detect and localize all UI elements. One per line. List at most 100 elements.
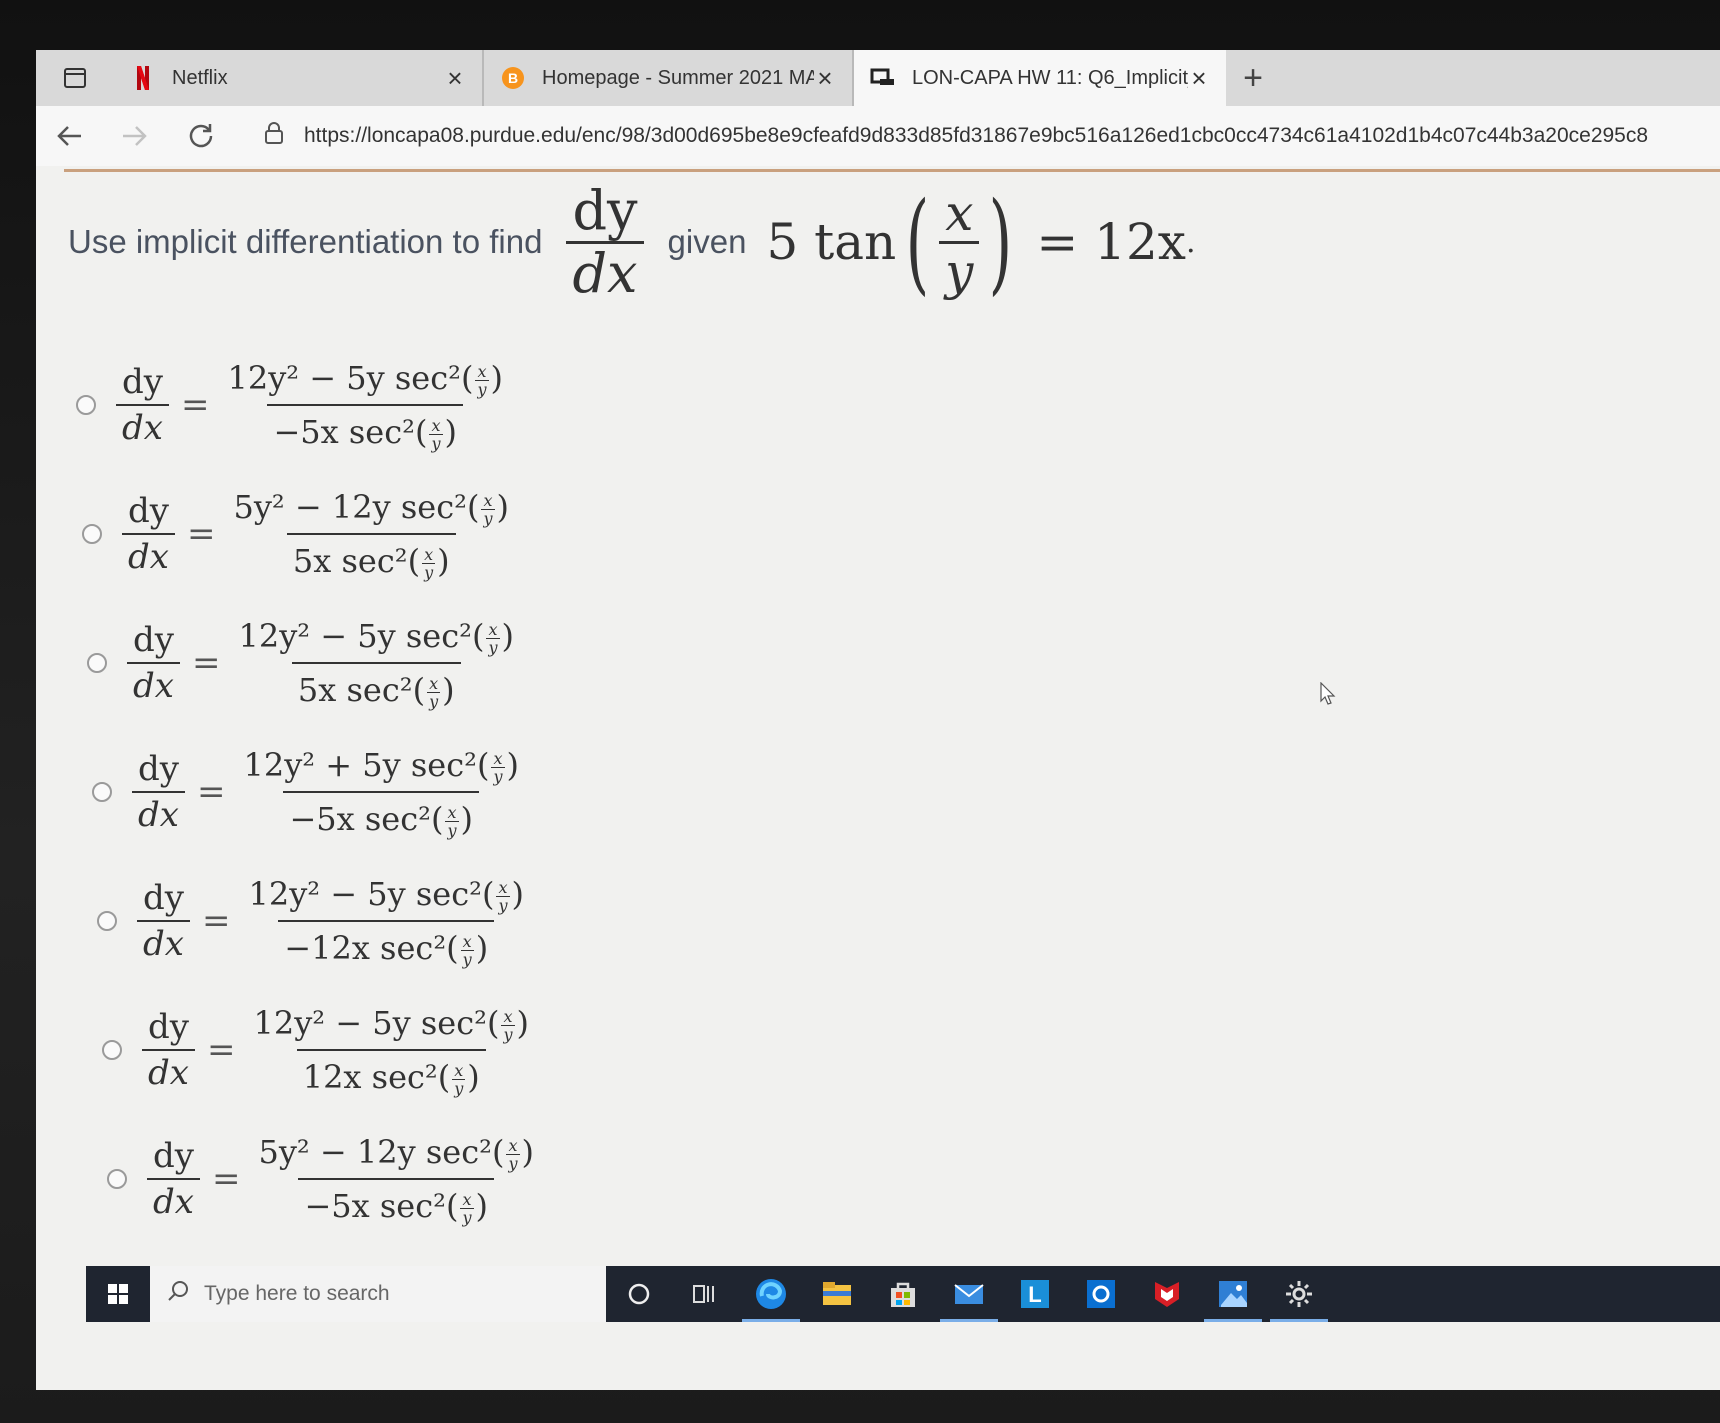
answer-option[interactable]: dy dx = 5y² − 12y sec²(x y) 5x sec²(x y) (82, 469, 776, 598)
option-denominator: 5x sec²(x y) (286, 532, 456, 587)
small-fraction-num: x (454, 1060, 464, 1080)
mcafee-icon (1155, 1282, 1179, 1307)
loncapa-icon (870, 65, 896, 91)
edge-icon (756, 1279, 786, 1309)
edge-button[interactable] (738, 1266, 804, 1322)
answer-option[interactable]: dy dx = 5y² − 12y sec²(x y) −5x sec²(x y) (107, 1114, 776, 1243)
answer-option[interactable]: dy dx = 12y² − 5y sec²(x y) −5x sec²(x y) (76, 340, 776, 469)
close-icon[interactable]: × (1188, 63, 1210, 94)
option-lhs-fraction: dy dx (142, 1005, 195, 1095)
given-equation: 5 tan ( x y ) = 12x . (766, 185, 1195, 300)
small-fraction-den: y (460, 949, 474, 969)
photos-button[interactable] (1200, 1266, 1266, 1322)
new-tab-button[interactable]: + (1226, 50, 1280, 106)
tab-bar: Netflix × B Homepage - Summer 2021 MA × … (36, 50, 1720, 106)
radio-button[interactable] (107, 1168, 127, 1189)
radio-button[interactable] (87, 652, 107, 673)
mail-button[interactable] (936, 1266, 1002, 1322)
small-fraction-den: y (475, 379, 489, 399)
small-fraction-den: y (429, 433, 443, 453)
close-icon[interactable]: × (814, 63, 836, 94)
forward-button[interactable] (102, 124, 168, 148)
option-lhs-numerator: dy (122, 361, 163, 402)
option-lhs-denominator: dx (116, 403, 169, 450)
back-button[interactable] (36, 124, 102, 148)
small-fraction: xy (460, 1191, 474, 1226)
option-lhs-denominator: dx (122, 532, 175, 579)
close-icon[interactable]: × (444, 63, 466, 94)
argument-denominator: y (939, 240, 980, 300)
equation-coefficient: 5 tan (766, 213, 897, 271)
small-fraction-num: x (462, 931, 472, 951)
equals-sign: = (206, 1029, 236, 1070)
start-button[interactable] (86, 1283, 150, 1305)
equals-sign: = (196, 771, 226, 812)
settings-button[interactable] (1266, 1266, 1332, 1322)
answer-option[interactable]: dy dx = 12y² − 5y sec²(x y) 5x sec²(x y) (87, 598, 776, 727)
denominator-expression: −5x sec² (273, 412, 415, 451)
radio-button[interactable] (102, 1039, 122, 1060)
answer-option[interactable]: dy dx = 12y² + 5y sec²(x y) −5x sec²(x y) (92, 727, 776, 856)
small-fraction-num: x (483, 490, 493, 510)
option-lhs-numerator: dy (128, 490, 169, 531)
taskbar-search-input[interactable]: Type here to search (150, 1266, 606, 1322)
option-lhs-denominator: dx (147, 1177, 200, 1224)
question-text: Use implicit differentiation to find (68, 223, 543, 260)
numerator-expression: 12y² − 5y sec² (253, 1003, 487, 1042)
option-rhs-fraction: 12y² − 5y sec²(x y) −12x sec²(x y) (242, 868, 530, 974)
l-app-button[interactable]: L (1002, 1266, 1068, 1322)
equals-sign: = (201, 900, 231, 941)
tab-title: LON-CAPA HW 11: Q6_Implicit_D (912, 66, 1188, 89)
tab-title: Netflix (172, 66, 228, 89)
option-denominator: 5x sec²(x y) (291, 661, 461, 716)
small-fraction-num: x (508, 1135, 518, 1155)
windows-logo-icon (108, 1284, 128, 1304)
numerator-expression: 12y² + 5y sec² (243, 745, 477, 784)
store-button[interactable] (870, 1266, 936, 1322)
task-view-button[interactable] (672, 1266, 738, 1322)
small-fraction-num: x (424, 544, 434, 564)
back-arrow-icon (57, 126, 81, 146)
radio-button[interactable] (97, 910, 117, 931)
answer-option[interactable]: dy dx = 12y² − 5y sec²(x y) −12x sec²(x y) (97, 856, 776, 985)
mcafee-button[interactable] (1134, 1266, 1200, 1322)
denominator-expression: 12x sec² (302, 1057, 438, 1096)
answer-option[interactable]: dy dx = 12y² − 5y sec²(x y) 12x sec²(x y) (102, 985, 776, 1114)
option-denominator: −12x sec²(x y) (278, 919, 495, 974)
cortana-button[interactable] (606, 1266, 672, 1322)
settings-icon (1286, 1281, 1312, 1307)
tab-homepage[interactable]: B Homepage - Summer 2021 MA × (484, 50, 854, 106)
small-fraction-den: y (486, 637, 500, 657)
small-fraction: xy (501, 1008, 515, 1043)
option-lhs-numerator: dy (133, 619, 174, 660)
tab-actions-button[interactable] (36, 50, 114, 106)
argument-fraction: x y (939, 185, 980, 300)
tab-loncapa[interactable]: LON-CAPA HW 11: Q6_Implicit_D × (854, 50, 1226, 106)
url-field[interactable]: https://loncapa08.purdue.edu/enc/98/3d00… (264, 121, 1648, 151)
radio-button[interactable] (76, 394, 96, 415)
numerator-expression: 12y² − 5y sec² (238, 616, 472, 655)
denominator-expression: 5x sec² (297, 670, 413, 709)
equals-sign: = (191, 642, 221, 683)
option-numerator: 12y² − 5y sec²(x y) (238, 616, 514, 657)
equation-rhs: = 12x (1036, 213, 1186, 271)
small-fraction-num: x (429, 673, 439, 693)
svg-text:B: B (508, 70, 518, 86)
numerator-expression: 12y² − 5y sec² (248, 874, 482, 913)
radio-button[interactable] (82, 523, 102, 544)
small-fraction: xy (475, 363, 489, 399)
search-icon (166, 1279, 190, 1309)
small-fraction-den: y (506, 1153, 520, 1173)
file-explorer-button[interactable] (804, 1266, 870, 1322)
outlook-button[interactable] (1068, 1266, 1134, 1322)
store-icon (891, 1282, 915, 1307)
small-fraction: xy (496, 879, 510, 914)
refresh-button[interactable] (168, 122, 234, 150)
radio-button[interactable] (92, 781, 112, 802)
tab-netflix[interactable]: Netflix × (114, 50, 484, 106)
equation-period: . (1185, 224, 1196, 260)
option-rhs-fraction: 12y² + 5y sec²(x y) −5x sec²(x y) (237, 739, 525, 845)
search-placeholder: Type here to search (204, 1282, 390, 1305)
fraction-denominator: dx (566, 240, 644, 304)
equals-sign: = (211, 1158, 241, 1199)
